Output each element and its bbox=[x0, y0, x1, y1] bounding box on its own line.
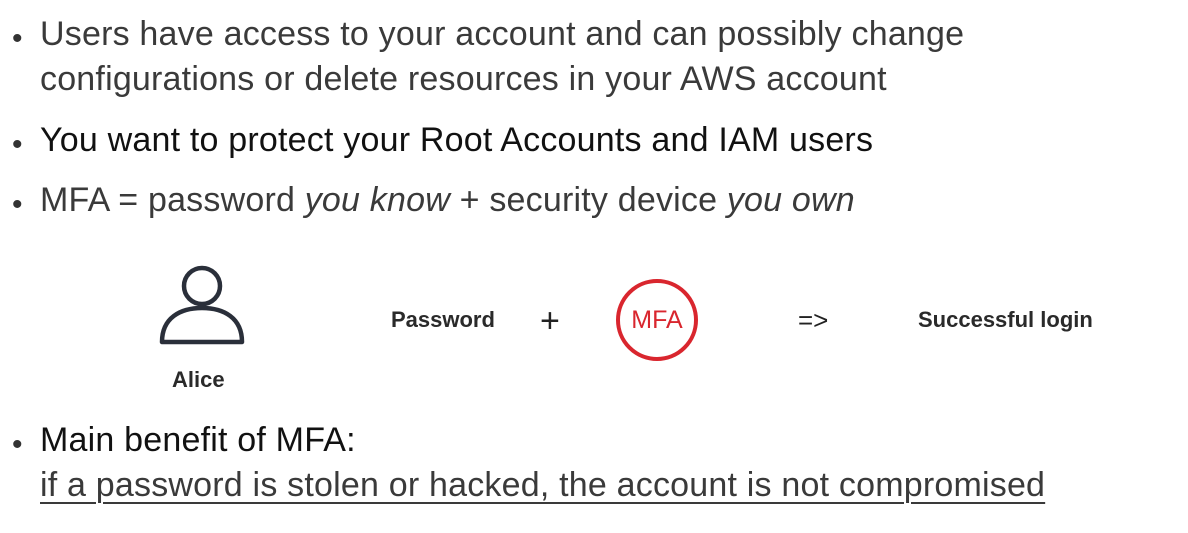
bullet-dot: • bbox=[12, 128, 23, 161]
bullet-dot: • bbox=[12, 188, 23, 221]
user-icon bbox=[159, 265, 245, 345]
bullet-text: MFA = password you know + security devic… bbox=[40, 178, 1178, 223]
mfa-badge-icon: MFA bbox=[616, 279, 698, 361]
mfa-definition-part: + security device bbox=[449, 181, 727, 219]
bullet-line: Users have access to your account and ca… bbox=[40, 15, 965, 53]
bullet-text: You want to protect your Root Accounts a… bbox=[40, 121, 874, 159]
benefit-heading: Main benefit of MFA: bbox=[40, 421, 356, 459]
bullet-text: Main benefit of MFA: if a password is st… bbox=[40, 418, 1178, 508]
benefit-detail: if a password is stolen or hacked, the a… bbox=[40, 466, 1046, 504]
bullet-line: configurations or delete resources in yo… bbox=[40, 60, 887, 98]
bullet-dot: • bbox=[12, 22, 23, 55]
user-name-label: Alice bbox=[172, 367, 225, 392]
bullet-dot: • bbox=[12, 428, 23, 461]
bullet-text: Users have access to your account and ca… bbox=[40, 12, 1178, 102]
mfa-definition-part: MFA = password bbox=[40, 181, 305, 219]
password-label: Password bbox=[391, 307, 495, 332]
mfa-definition-emphasis: you know bbox=[304, 181, 450, 219]
plus-icon: + bbox=[540, 302, 560, 340]
arrow-icon: => bbox=[798, 305, 829, 335]
successful-login-label: Successful login bbox=[918, 307, 1093, 332]
mfa-definition-emphasis: you own bbox=[726, 181, 855, 219]
